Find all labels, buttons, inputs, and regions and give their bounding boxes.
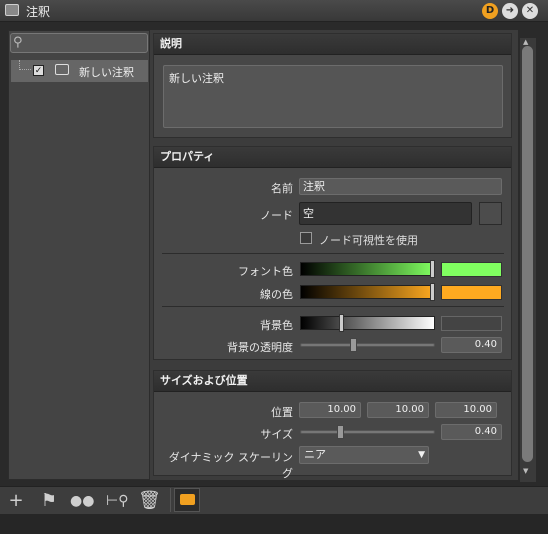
annotation-icon (180, 494, 195, 505)
position-z-field[interactable]: 10.00 (435, 402, 497, 418)
line-color-slider-knob[interactable] (430, 283, 435, 301)
scroll-down-icon[interactable]: ▼ (523, 467, 533, 475)
size-slider-knob[interactable] (337, 425, 344, 439)
divider (162, 306, 504, 307)
bg-color-slider-knob[interactable] (339, 314, 344, 332)
annotation-tool-button[interactable] (174, 488, 200, 512)
node-picker-button[interactable] (479, 202, 502, 225)
description-header: 説明 (154, 34, 511, 55)
dynamic-scaling-value: ニア (304, 448, 326, 461)
arrow-right-icon[interactable]: ➜ (502, 3, 518, 19)
bg-color-slider[interactable] (300, 316, 435, 330)
size-slider[interactable] (300, 430, 435, 434)
search-input[interactable]: ⚲ (10, 33, 148, 53)
flag-icon[interactable]: ⚑ (38, 490, 60, 512)
node-visibility-checkbox[interactable] (300, 232, 312, 244)
bg-color-swatch[interactable] (441, 316, 502, 331)
size-position-header: サイズおよび位置 (154, 371, 511, 392)
name-field[interactable]: 注釈 (299, 178, 502, 195)
node-visibility-label: ノード可視性を使用 (319, 234, 418, 247)
bg-color-label: 背景色 (260, 319, 293, 332)
properties-header: プロパティ (154, 147, 511, 168)
annotation-window-icon (5, 4, 19, 16)
tree-item-checkbox[interactable]: ✓ (33, 65, 44, 76)
font-color-slider[interactable] (300, 262, 435, 276)
bg-opacity-field[interactable]: 0.40 (441, 337, 502, 353)
dynamic-scaling-select[interactable]: ニア ▼ (299, 446, 429, 464)
d-button[interactable]: D (482, 3, 498, 19)
font-color-swatch[interactable] (441, 262, 502, 277)
name-label: 名前 (271, 182, 293, 195)
circles-icon[interactable]: ●● (70, 490, 94, 512)
status-bar (0, 514, 548, 534)
title-bar (0, 0, 548, 22)
size-field[interactable]: 0.40 (441, 424, 502, 440)
plus-icon[interactable]: + (5, 490, 27, 512)
toolbar-divider (170, 488, 171, 512)
size-label: サイズ (260, 428, 293, 441)
tree-item[interactable]: ✓ 新しい注釈 (11, 60, 148, 82)
node-field[interactable]: 空 (299, 202, 472, 225)
tree-item-label: 新しい注釈 (79, 66, 134, 79)
bg-opacity-slider[interactable] (300, 343, 435, 347)
node-label: ノード (260, 209, 293, 222)
description-textarea[interactable]: 新しい注釈 (163, 65, 503, 128)
position-y-field[interactable]: 10.00 (367, 402, 429, 418)
close-icon[interactable]: ✕ (522, 3, 538, 19)
trash-icon[interactable]: 🗑 (138, 490, 161, 512)
dynamic-scaling-label: ダイナミック スケーリング (168, 451, 293, 480)
line-color-slider[interactable] (300, 285, 435, 299)
divider (162, 253, 504, 254)
scroll-up-icon[interactable]: ▲ (523, 38, 533, 46)
line-color-label: 線の色 (260, 288, 293, 301)
font-color-slider-knob[interactable] (430, 260, 435, 278)
position-x-field[interactable]: 10.00 (299, 402, 361, 418)
line-color-swatch[interactable] (441, 285, 502, 300)
font-color-label: フォント色 (238, 265, 293, 278)
position-label: 位置 (271, 406, 293, 419)
bg-opacity-label: 背景の透明度 (227, 341, 293, 354)
bg-opacity-slider-knob[interactable] (350, 338, 357, 352)
annotation-icon (55, 64, 69, 75)
chevron-down-icon: ▼ (418, 450, 425, 460)
annotation-tree-panel (8, 30, 150, 480)
search-icon: ⚲ (13, 35, 23, 50)
window-title: 注釈 (26, 5, 51, 19)
scrollbar-thumb[interactable] (522, 46, 533, 462)
search-node-icon[interactable]: ⊢⚲ (106, 490, 128, 512)
tree-connector (19, 60, 31, 70)
